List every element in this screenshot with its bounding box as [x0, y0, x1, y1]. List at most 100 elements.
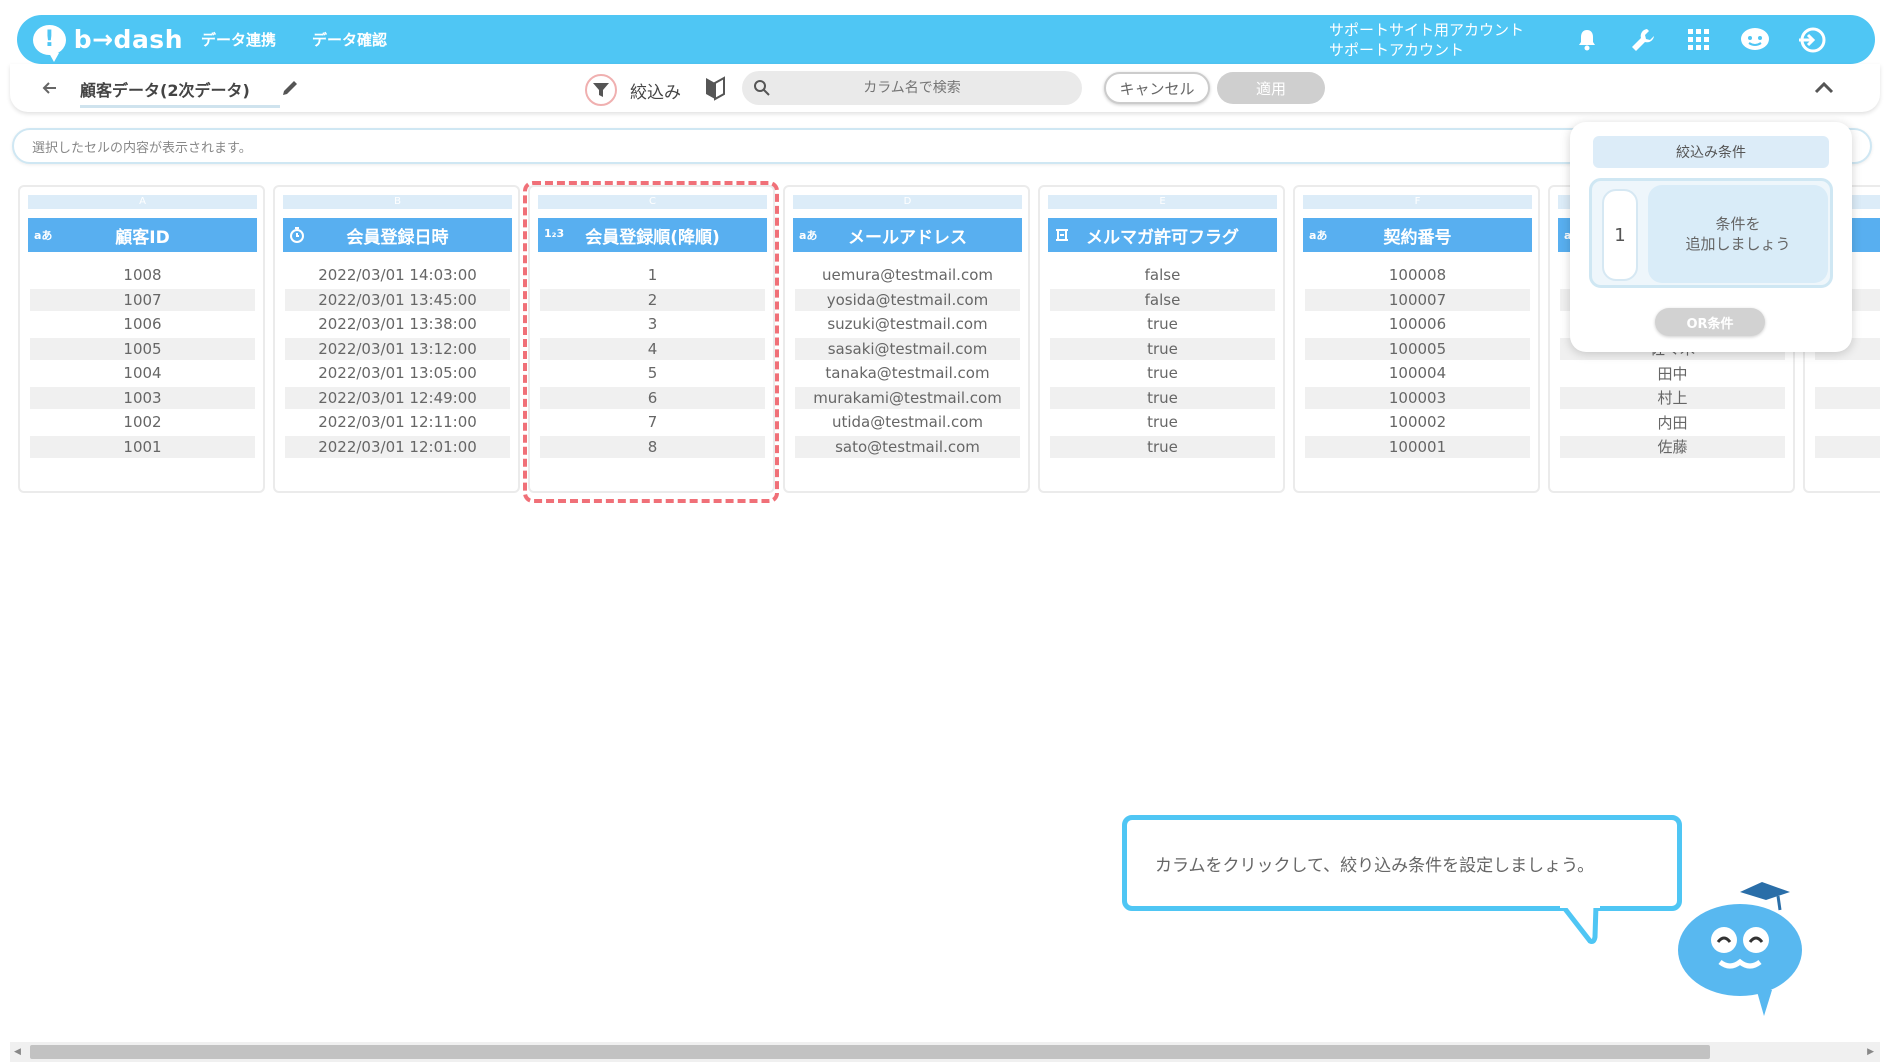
table-cell[interactable]: 100002 [1305, 411, 1530, 433]
table-cell[interactable]: 1 [540, 264, 765, 286]
column-header[interactable]: aあ メールアドレス [793, 218, 1022, 252]
column-letter: B [283, 195, 512, 209]
table-cell[interactable]: suzuki@testmail.com [795, 313, 1020, 335]
flag-type-icon [1054, 227, 1070, 246]
table-cell[interactable]: 2022/03/01 12:01:00 [285, 435, 510, 458]
add-condition-button[interactable]: 条件を 追加しましょう [1648, 185, 1828, 283]
chevron-up-icon[interactable] [1810, 74, 1838, 102]
grid-icon[interactable] [1671, 20, 1727, 60]
condition-group: 1 条件を 追加しましょう [1589, 178, 1833, 288]
table-cell[interactable]: 1003 [30, 386, 255, 409]
pencil-icon[interactable] [280, 78, 300, 98]
column-search[interactable] [742, 71, 1082, 105]
scroll-right-icon[interactable]: ▶ [1867, 1047, 1874, 1057]
mascot-face-icon[interactable] [1727, 20, 1783, 60]
table-cell[interactable]: 2022/03/01 13:05:00 [285, 362, 510, 384]
bell-icon[interactable] [1559, 20, 1615, 60]
data-title[interactable]: 顧客データ(2次データ) [80, 77, 280, 108]
table-cell[interactable]: 2022/03/01 13:38:00 [285, 313, 510, 335]
table-cell[interactable]: 3 [540, 313, 765, 335]
table-cell[interactable]: murakami@testmail.com [795, 386, 1020, 409]
logo-bubble-icon: ! [33, 24, 66, 62]
table-cell[interactable]: 100007 [1305, 288, 1530, 311]
table-cell[interactable]: 6 [540, 386, 765, 409]
search-icon [742, 79, 782, 97]
table-cell[interactable]: 100004 [1305, 362, 1530, 384]
table-cell[interactable]: yosida@testmail.com [795, 288, 1020, 311]
table-cell[interactable]: 100006 [1305, 313, 1530, 335]
table-cell[interactable]: true [1050, 313, 1275, 335]
table-cell[interactable]: true [1050, 386, 1275, 409]
top-bar: ! b→dash データ連携 データ確認 サポートサイト用アカウント サポートア… [17, 15, 1875, 64]
apply-button[interactable]: 適用 [1217, 72, 1325, 104]
filter-icon[interactable] [585, 74, 617, 106]
table-cell[interactable]: 100003 [1305, 386, 1530, 409]
table-cell[interactable]: false [1050, 288, 1275, 311]
column-header-label: 顧客ID [115, 227, 170, 248]
table-cell[interactable]: 8 [540, 435, 765, 458]
table-cell[interactable]: 1001 [30, 435, 255, 458]
column-c: C 1₂3 会員登録順(降順) 1 2 3 4 5 6 7 8 [528, 185, 775, 493]
table-cell[interactable]: 7 [540, 411, 765, 433]
horizontal-scrollbar[interactable]: ◀ ▶ [10, 1042, 1880, 1062]
cancel-button[interactable]: キャンセル [1104, 72, 1210, 104]
add-condition-line1: 条件を [1715, 215, 1761, 233]
column-header[interactable]: aあ 顧客ID [28, 218, 257, 252]
column-header[interactable]: 会員登録日時 [283, 218, 512, 252]
logo[interactable]: ! b→dash [33, 24, 183, 62]
table-cell[interactable]: 1004 [30, 362, 255, 384]
table-cell[interactable]: 1007 [30, 288, 255, 311]
logout-icon[interactable] [1783, 20, 1839, 60]
beginner-mark-icon[interactable] [704, 75, 728, 101]
table-cell[interactable]: 佐藤 [1560, 435, 1785, 458]
type-badge-icon: aあ [799, 229, 818, 242]
scrollbar-thumb[interactable] [30, 1045, 1710, 1059]
table-cell[interactable]: 100005 [1305, 337, 1530, 360]
table-cell[interactable]: 2022/03/01 14:03:00 [285, 264, 510, 286]
table-cell[interactable]: sato@testmail.com [795, 435, 1020, 458]
table-cell[interactable]: 2022/03/01 12:49:00 [285, 386, 510, 409]
scroll-left-icon[interactable]: ◀ [14, 1047, 21, 1057]
nav-data-check[interactable]: データ確認 [312, 29, 387, 50]
table-cell[interactable]: 内田 [1560, 411, 1785, 433]
table-cell[interactable]: 1005 [30, 337, 255, 360]
table-cell[interactable]: false [1050, 264, 1275, 286]
table-cell[interactable]: 2022/03/01 13:45:00 [285, 288, 510, 311]
table-cell[interactable]: true [1050, 337, 1275, 360]
table-cell[interactable] [1815, 435, 1880, 458]
table-cell[interactable] [1815, 386, 1880, 409]
table-cell[interactable]: 5 [540, 362, 765, 384]
account-info[interactable]: サポートサイト用アカウント サポートアカウント [1329, 20, 1549, 60]
back-arrow-icon[interactable] [38, 76, 62, 100]
table-cell[interactable]: true [1050, 362, 1275, 384]
or-condition-button[interactable]: OR条件 [1655, 308, 1765, 336]
wrench-icon[interactable] [1615, 20, 1671, 60]
table-cell[interactable]: uemura@testmail.com [795, 264, 1020, 286]
column-header[interactable]: メルマガ許可フラグ [1048, 218, 1277, 252]
table-cell[interactable]: tanaka@testmail.com [795, 362, 1020, 384]
clock-icon [289, 227, 305, 246]
table-cell[interactable]: 100008 [1305, 264, 1530, 286]
column-header[interactable]: aあ 契約番号 [1303, 218, 1532, 252]
table-cell[interactable] [1815, 411, 1880, 433]
nav-data-integration[interactable]: データ連携 [201, 29, 276, 50]
column-letter: F [1303, 195, 1532, 209]
table-cell[interactable]: utida@testmail.com [795, 411, 1020, 433]
search-input[interactable] [782, 80, 1042, 96]
table-cell[interactable]: 1006 [30, 313, 255, 335]
table-cell[interactable] [1815, 362, 1880, 384]
table-cell[interactable]: 2 [540, 288, 765, 311]
table-cell[interactable]: true [1050, 435, 1275, 458]
table-cell[interactable]: 100001 [1305, 435, 1530, 458]
column-header[interactable]: 1₂3 会員登録順(降順) [538, 218, 767, 252]
filter-panel-title: 絞込み条件 [1593, 136, 1829, 168]
table-cell[interactable]: 村上 [1560, 386, 1785, 409]
table-cell[interactable]: sasaki@testmail.com [795, 337, 1020, 360]
table-cell[interactable]: true [1050, 411, 1275, 433]
table-cell[interactable]: 2022/03/01 12:11:00 [285, 411, 510, 433]
table-cell[interactable]: 1002 [30, 411, 255, 433]
table-cell[interactable]: 1008 [30, 264, 255, 286]
table-cell[interactable]: 2022/03/01 13:12:00 [285, 337, 510, 360]
table-cell[interactable]: 田中 [1560, 362, 1785, 384]
table-cell[interactable]: 4 [540, 337, 765, 360]
